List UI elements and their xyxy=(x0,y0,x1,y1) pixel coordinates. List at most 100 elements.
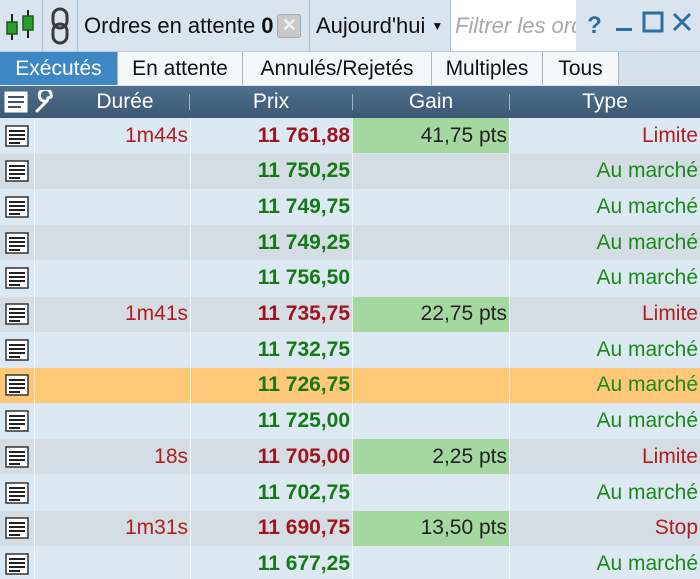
toolbar: Ordres en attente 0 ✕ Aujourd'hui ▼ ? xyxy=(0,0,700,52)
cell-gain xyxy=(352,189,509,224)
column-gridline xyxy=(190,475,191,510)
period-dropdown[interactable]: Aujourd'hui ▼ xyxy=(310,0,451,51)
cell-type: Au marché xyxy=(596,480,698,504)
tab-annules-rejetes[interactable]: Annulés/Rejetés xyxy=(243,52,432,85)
wrench-icon[interactable] xyxy=(32,86,60,118)
column-gridline xyxy=(34,296,35,332)
table-row[interactable]: 11 749,75 Au marché xyxy=(0,189,700,225)
order-details-icon[interactable] xyxy=(0,404,34,439)
column-gridline xyxy=(34,153,35,189)
order-details-icon[interactable] xyxy=(0,475,34,510)
cell-duree: 1m41s xyxy=(124,302,188,325)
tab-executes[interactable]: Exécutés xyxy=(0,52,118,85)
tab-tous[interactable]: Tous xyxy=(543,52,619,85)
cell-type: Limite xyxy=(641,302,698,325)
maximize-icon[interactable] xyxy=(641,10,665,41)
cell-duree xyxy=(34,475,190,510)
cell-gain: 13,50 pts xyxy=(352,510,509,546)
order-details-icon[interactable] xyxy=(0,118,34,153)
order-tabs: Exécutés En attente Annulés/Rejetés Mult… xyxy=(0,52,700,85)
column-gain[interactable]: Gain xyxy=(353,86,509,118)
column-gridline xyxy=(352,225,353,261)
table-row[interactable]: 1m44s 11 761,88 41,75 pts Limite xyxy=(0,118,700,153)
chart-candles-icon[interactable] xyxy=(0,0,43,51)
period-label: Aujourd'hui xyxy=(316,12,426,38)
cell-gain xyxy=(352,546,509,579)
cell-type: Au marché xyxy=(596,230,698,254)
column-gridline xyxy=(352,189,353,225)
pending-orders-label: Ordres en attente xyxy=(84,12,256,38)
table-row[interactable]: 11 677,25 Au marché xyxy=(0,546,700,579)
chain-link-icon[interactable] xyxy=(43,0,78,51)
order-details-icon[interactable] xyxy=(0,225,34,260)
cell-duree xyxy=(34,368,190,403)
column-gridline xyxy=(352,367,353,403)
cell-type: Stop xyxy=(654,516,698,540)
order-details-icon[interactable] xyxy=(0,439,34,474)
cell-gain: 2,25 pts xyxy=(352,439,509,475)
column-type[interactable]: Type xyxy=(510,86,700,118)
minimize-icon[interactable] xyxy=(612,10,636,41)
column-gridline xyxy=(190,189,191,225)
table-row[interactable]: 11 750,25 Au marché xyxy=(0,153,700,189)
table-row[interactable]: 11 725,00 Au marché xyxy=(0,403,700,439)
cell-type: Au marché xyxy=(596,409,698,433)
order-details-icon[interactable] xyxy=(0,261,34,296)
help-icon[interactable]: ? xyxy=(583,12,607,40)
order-details-icon[interactable] xyxy=(0,368,34,403)
clear-x-icon[interactable]: ✕ xyxy=(277,13,302,38)
column-prix[interactable]: Prix xyxy=(190,86,352,118)
cell-prix: 11 690,75 xyxy=(257,516,350,540)
list-icon[interactable] xyxy=(2,86,32,118)
table-row[interactable]: 11 756,50 Au marché xyxy=(0,260,700,296)
column-gridline xyxy=(509,403,510,439)
cell-prix: 11 735,75 xyxy=(257,302,350,325)
column-gridline xyxy=(509,546,510,579)
window-controls: ? xyxy=(576,0,700,51)
cell-prix: 11 749,75 xyxy=(257,194,350,218)
filter-field-container xyxy=(451,0,576,51)
column-gridline xyxy=(190,510,191,546)
table-row[interactable]: 1m31s 11 690,75 13,50 pts Stop xyxy=(0,510,700,546)
filter-input[interactable] xyxy=(451,11,576,40)
column-gridline xyxy=(509,189,510,225)
column-gridline xyxy=(190,118,191,153)
cell-prix: 11 725,00 xyxy=(257,409,350,433)
cell-type: Limite xyxy=(641,123,698,147)
column-gridline xyxy=(509,225,510,261)
order-details-icon[interactable] xyxy=(0,189,34,224)
column-gridline xyxy=(34,475,35,510)
order-details-icon[interactable] xyxy=(0,546,34,579)
column-gridline xyxy=(352,260,353,296)
table-row[interactable]: 11 732,75 Au marché xyxy=(0,332,700,368)
table-row[interactable]: 1m41s 11 735,75 22,75 pts Limite xyxy=(0,296,700,332)
table-row[interactable]: 11 749,25 Au marché xyxy=(0,225,700,261)
column-gridline xyxy=(190,367,191,403)
chevron-down-icon: ▼ xyxy=(431,18,444,33)
cell-duree xyxy=(34,189,190,224)
table-row[interactable]: 11 702,75 Au marché xyxy=(0,475,700,510)
column-duree[interactable]: Durée xyxy=(60,86,190,118)
cell-type: Au marché xyxy=(596,337,698,361)
order-details-icon[interactable] xyxy=(0,332,34,367)
tab-en-attente[interactable]: En attente xyxy=(118,52,243,85)
column-gridline xyxy=(34,367,35,403)
column-gridline xyxy=(34,332,35,368)
order-details-icon[interactable] xyxy=(0,154,34,189)
order-details-icon[interactable] xyxy=(0,511,34,546)
table-row[interactable]: 18s 11 705,00 2,25 pts Limite xyxy=(0,439,700,475)
column-gridline xyxy=(352,153,353,189)
table-row[interactable]: 11 726,75 Au marché xyxy=(0,367,700,403)
order-details-icon[interactable] xyxy=(0,297,34,332)
cell-duree xyxy=(34,154,190,189)
cell-duree: 1m44s xyxy=(124,123,188,147)
tab-multiples[interactable]: Multiples xyxy=(432,52,543,85)
cell-prix: 11 726,75 xyxy=(257,373,350,397)
column-gridline xyxy=(34,546,35,579)
cell-duree xyxy=(34,546,190,579)
column-gridline xyxy=(34,225,35,261)
column-gridline xyxy=(509,332,510,368)
close-icon[interactable] xyxy=(670,10,694,41)
cell-prix: 11 732,75 xyxy=(257,337,350,361)
cell-gain: 41,75 pts xyxy=(352,118,509,153)
